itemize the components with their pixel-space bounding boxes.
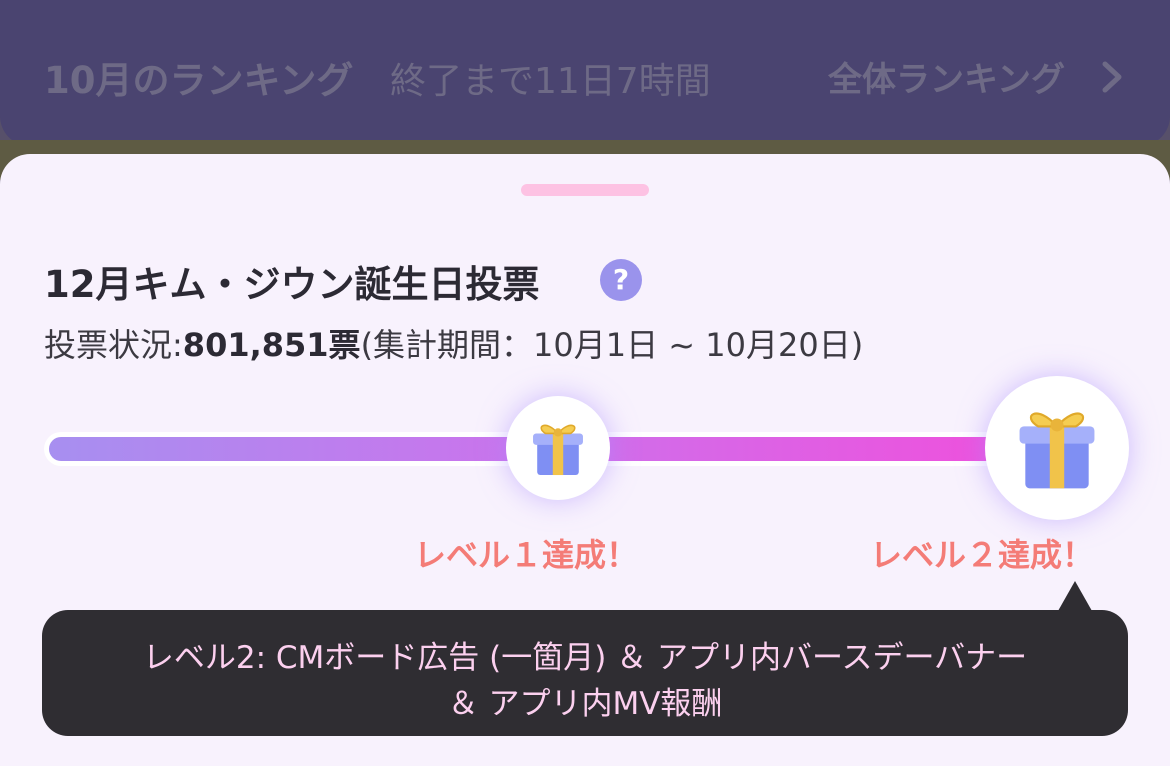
- question-icon[interactable]: ?: [600, 259, 642, 301]
- ranking-countdown: 終了まで11日7時間: [390, 61, 711, 102]
- vote-bottom-sheet: 12月キム・ジウン誕生日投票 ? 投票状況:801,851票(集計期間：10月1…: [0, 154, 1170, 766]
- ranking-title: 10月のランキング: [44, 59, 354, 102]
- tooltip-arrow: [1058, 581, 1092, 611]
- vote-period: (集計期間：10月1日 ~ 10月20日): [360, 326, 864, 364]
- level-1-achieved-label: レベル１達成！: [414, 536, 639, 574]
- all-ranking-link[interactable]: 全体ランキング: [828, 52, 1065, 101]
- chevron-right-icon[interactable]: [1095, 60, 1129, 94]
- gift-icon[interactable]: [506, 396, 610, 500]
- tooltip-line: ＆ アプリ内MV報酬: [447, 686, 723, 722]
- gift-icon[interactable]: [985, 376, 1129, 520]
- ranking-header: 10月のランキング 終了まで11日7時間 全体ランキング: [0, 0, 1170, 146]
- vote-status-label: 投票状況:: [44, 326, 183, 364]
- level-2-achieved-label: レベル２達成！: [870, 536, 1095, 574]
- vote-count: 801,851票: [182, 326, 361, 364]
- tooltip-line: レベル2: CMボード広告 (一箇月) ＆ アプリ内バースデーバナー: [142, 640, 1028, 676]
- vote-title: 12月キム・ジウン誕生日投票: [44, 263, 540, 306]
- vote-status: 投票状況:801,851票(集計期間：10月1日 ~ 10月20日): [44, 320, 863, 366]
- sheet-grab-handle[interactable]: [521, 184, 649, 196]
- reward-tooltip: レベル2: CMボード広告 (一箇月) ＆ アプリ内バースデーバナー ＆ アプリ…: [42, 610, 1128, 736]
